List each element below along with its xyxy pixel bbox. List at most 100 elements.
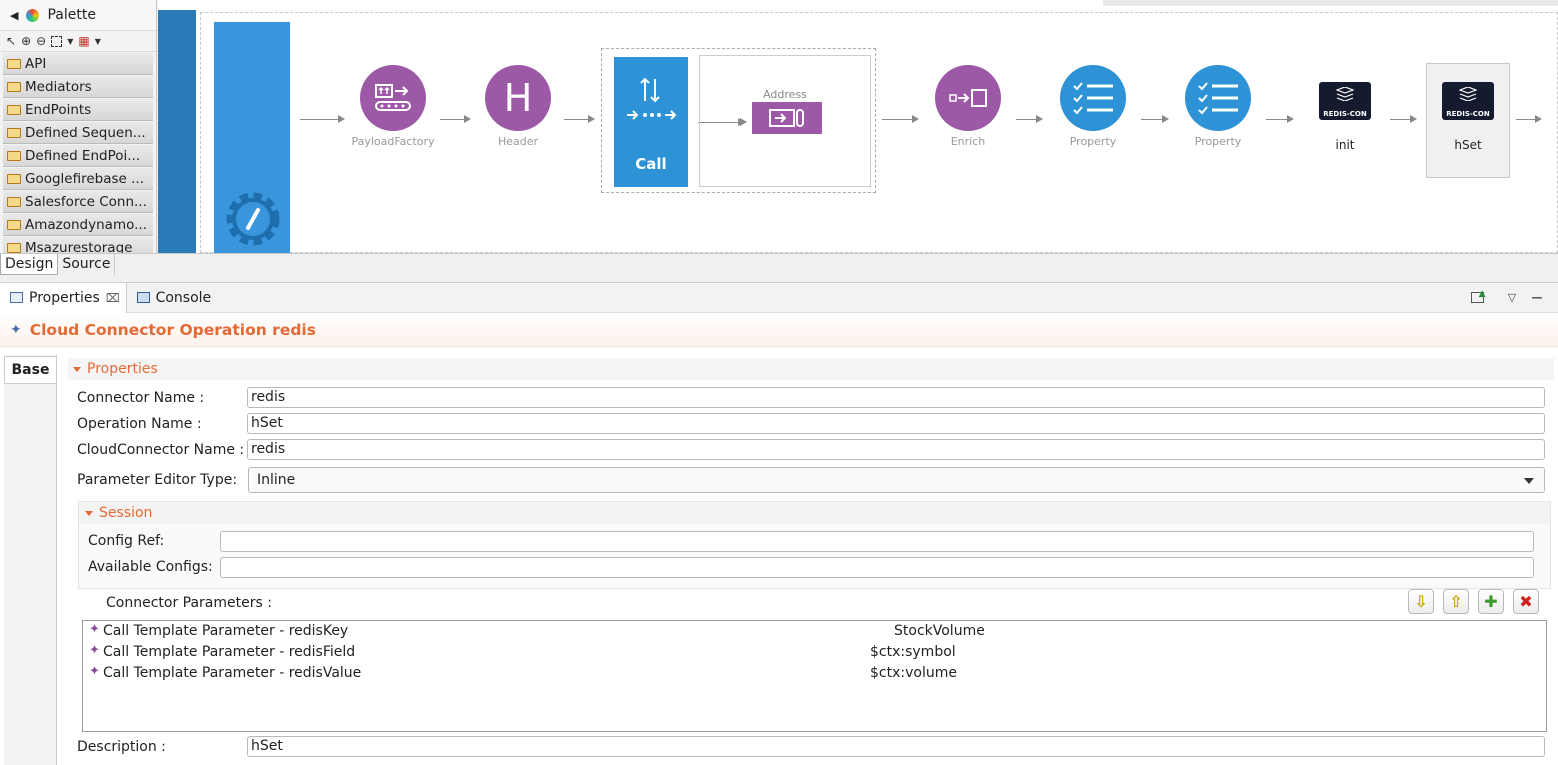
node-label: Enrich <box>950 135 986 148</box>
palette-drawer[interactable]: API <box>3 53 153 75</box>
description-field[interactable]: hSet <box>247 736 1545 757</box>
tab-console[interactable]: Console <box>127 283 218 313</box>
header-mediator[interactable]: H Header <box>473 65 563 148</box>
view-menu-icon[interactable]: ▽ <box>1504 289 1520 305</box>
payload-factory-icon <box>360 65 426 131</box>
flow-arrow <box>1287 115 1294 123</box>
connector-name-field[interactable]: redis <box>247 387 1545 408</box>
palette-drawer[interactable]: Salesforce Conn... <box>3 191 153 213</box>
connection-tool-icon[interactable]: ▦ <box>78 34 89 48</box>
table-row[interactable]: ✦ Call Template Parameter - redisKey Sto… <box>83 621 1546 642</box>
connector-parameters-label: Connector Parameters : <box>106 595 272 611</box>
cloud-connector-name-field[interactable]: redis <box>247 439 1545 460</box>
palette-drawer[interactable]: Amazondynamo... <box>3 214 153 236</box>
tab-properties[interactable]: Properties ⌧ <box>0 282 127 313</box>
address-endpoint-box[interactable]: Address <box>699 55 871 187</box>
parameter-name: Call Template Parameter - redisKey <box>103 623 349 639</box>
folder-icon <box>7 173 21 184</box>
palette-toolbar: ↖ ⊕ ⊖ ▼ ▦ ▼ <box>0 30 156 52</box>
redis-connector-icon: REDIS-CON <box>1442 82 1494 120</box>
parameter-editor-type-select[interactable]: Inline <box>248 467 1545 493</box>
move-down-button[interactable]: ⇩ <box>1408 589 1434 614</box>
zoom-out-icon[interactable]: ⊖ <box>36 34 46 48</box>
call-mediator[interactable]: Call <box>614 57 688 187</box>
call-mediator-group[interactable]: Call Address <box>601 48 876 193</box>
palette-drawer[interactable]: Googlefirebase ... <box>3 168 153 190</box>
property-mediator[interactable]: Property <box>1173 65 1263 148</box>
node-label: Header <box>497 135 539 148</box>
collapse-arrow-icon[interactable]: ◀ <box>10 9 18 22</box>
chevron-down-icon <box>1524 478 1534 484</box>
tab-source[interactable]: Source <box>58 254 116 275</box>
connector-name-label: Connector Name : <box>77 390 205 406</box>
flow-arrow <box>1266 119 1288 120</box>
connector-parameters-table[interactable]: ✦ Call Template Parameter - redisKey Sto… <box>82 620 1547 732</box>
add-parameter-button[interactable]: ✚ <box>1478 589 1504 614</box>
palette-drawer[interactable]: Defined EndPoi... <box>3 145 153 167</box>
minimize-icon[interactable]: — <box>1529 289 1545 305</box>
tab-base[interactable]: Base <box>4 356 56 384</box>
dropdown-arrow-icon[interactable]: ▼ <box>67 37 73 46</box>
api-resource-strip[interactable] <box>158 10 196 253</box>
close-icon[interactable]: ⌧ <box>106 291 120 305</box>
config-ref-label: Config Ref: <box>88 533 165 549</box>
flow-arrow <box>1141 119 1163 120</box>
config-ref-field[interactable] <box>220 531 1534 552</box>
page-title: Cloud Connector Operation redis <box>29 320 316 339</box>
parameter-icon: ✦ <box>89 622 100 637</box>
connector-icon: ✦ <box>10 321 22 338</box>
palette-drawer[interactable]: Msazurestorage <box>3 237 153 253</box>
session-section-header[interactable]: Session <box>79 502 1550 524</box>
flow-arrow <box>1016 119 1038 120</box>
canvas-scroll-track <box>1103 0 1558 6</box>
tab-design[interactable]: Design <box>0 254 59 275</box>
table-row[interactable]: ✦ Call Template Parameter - redisValue $… <box>83 663 1546 684</box>
pin-view-icon[interactable]: ▲ <box>1469 289 1486 305</box>
flow-arrow <box>912 115 919 123</box>
palette-header[interactable]: ◀ Palette <box>0 0 156 30</box>
parameter-icon: ✦ <box>89 643 100 658</box>
operation-name-field[interactable]: hSet <box>247 413 1545 434</box>
select-tool-icon[interactable]: ↖ <box>6 34 16 48</box>
flow-arrow <box>1390 119 1412 120</box>
property-mediator[interactable]: Property <box>1048 65 1138 148</box>
properties-icon <box>10 292 23 303</box>
node-label: Property <box>1069 135 1117 148</box>
address-endpoint-icon[interactable] <box>752 102 822 134</box>
console-icon <box>136 292 150 303</box>
table-row[interactable]: ✦ Call Template Parameter - redisField $… <box>83 642 1546 663</box>
node-label: Property <box>1194 135 1242 148</box>
folder-icon <box>7 127 21 138</box>
payload-factory-mediator[interactable]: PayloadFactory <box>348 65 438 148</box>
marquee-icon[interactable] <box>51 35 63 47</box>
move-up-button[interactable]: ⇧ <box>1443 589 1469 614</box>
properties-section-header[interactable]: Properties <box>68 358 1554 380</box>
redis-connector-icon: REDIS-CON <box>1319 82 1371 120</box>
parameter-value: $ctx:symbol <box>870 644 956 660</box>
flow-arrow <box>464 115 471 123</box>
enrich-icon <box>935 65 1001 131</box>
palette-drawer[interactable]: EndPoints <box>3 99 153 121</box>
editor-tabs: Design Source <box>0 253 1558 275</box>
enrich-mediator[interactable]: Enrich <box>923 65 1013 148</box>
design-canvas[interactable]: PayloadFactory H Header Call Address Enr… <box>158 0 1558 253</box>
zoom-in-icon[interactable]: ⊕ <box>21 34 31 48</box>
parameter-value: StockVolume <box>894 623 985 639</box>
parameter-name: Call Template Parameter - redisField <box>103 644 356 660</box>
palette-drawer[interactable]: Mediators <box>3 76 153 98</box>
redis-hset-connector[interactable]: REDIS-CON hSet <box>1426 82 1510 152</box>
parameter-name: Call Template Parameter - redisValue <box>103 665 362 681</box>
dropdown-arrow-icon[interactable]: ▼ <box>95 37 101 46</box>
palette-drawer[interactable]: Defined Sequen... <box>3 122 153 144</box>
address-label: Address <box>763 88 807 101</box>
available-configs-field[interactable] <box>220 557 1534 578</box>
folder-icon <box>7 150 21 161</box>
folder-icon <box>7 242 21 253</box>
property-icon <box>1060 65 1126 131</box>
palette-icon <box>26 8 40 22</box>
flow-arrow <box>1410 115 1417 123</box>
node-label: PayloadFactory <box>351 135 435 148</box>
redis-init-connector[interactable]: REDIS-CON init <box>1303 82 1387 152</box>
remove-parameter-button[interactable]: ✖ <box>1513 589 1539 614</box>
flow-arrow <box>588 115 595 123</box>
